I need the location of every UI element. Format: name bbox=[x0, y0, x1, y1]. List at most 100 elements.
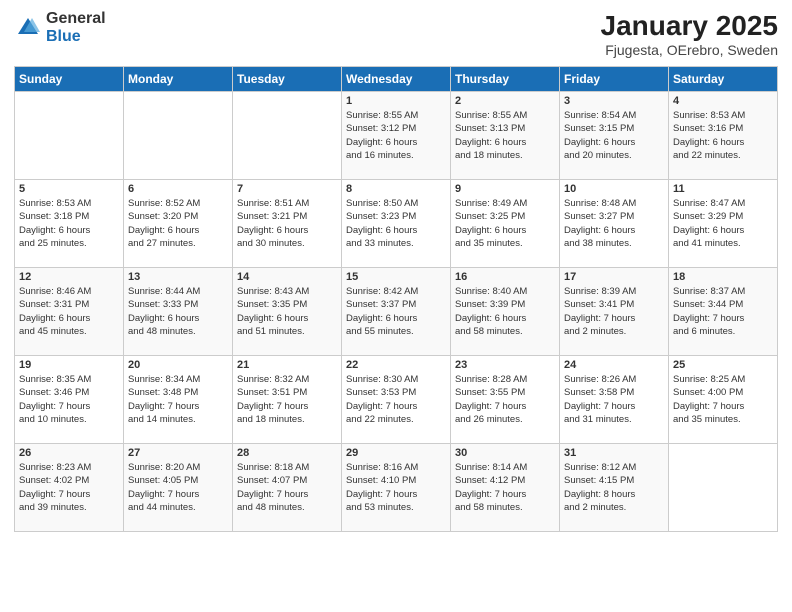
day-number: 15 bbox=[346, 271, 446, 283]
calendar-cell: 14Sunrise: 8:43 AMSunset: 3:35 PMDayligh… bbox=[233, 268, 342, 356]
calendar-cell: 2 Sunrise: 8:55 AMSunset: 3:13 PMDaylight… bbox=[451, 92, 560, 180]
calendar-cell: 24Sunrise: 8:26 AMSunset: 3:58 PMDayligh… bbox=[560, 356, 669, 444]
calendar-cell: 9 Sunrise: 8:49 AMSunset: 3:25 PMDaylight… bbox=[451, 180, 560, 268]
day-detail: Sunrise: 8:51 AMSunset: 3:21 PMDaylight:… bbox=[237, 197, 337, 250]
day-detail: Sunrise: 8:42 AMSunset: 3:37 PMDaylight:… bbox=[346, 285, 446, 338]
col-thursday: Thursday bbox=[451, 67, 560, 92]
calendar-cell: 20 Sunrise: 8:34 AMSunset: 3:48 PMDayligh… bbox=[124, 356, 233, 444]
day-number: 24 bbox=[564, 359, 664, 371]
header-row: Sunday Monday Tuesday Wednesday Thursday… bbox=[15, 67, 778, 92]
day-detail: Sunrise: 8:52 AMSunset: 3:20 PMDaylight:… bbox=[128, 197, 228, 250]
day-number: 1 bbox=[346, 95, 446, 107]
day-number: 4 bbox=[673, 95, 773, 107]
day-number: 10 bbox=[564, 183, 664, 195]
day-detail: Sunrise: 8:53 AMSunset: 3:18 PMDaylight:… bbox=[19, 197, 119, 250]
day-number: 20 bbox=[128, 359, 228, 371]
day-detail: Sunrise: 8:55 AMSunset: 3:13 PMDaylight:… bbox=[455, 109, 555, 162]
day-number: 22 bbox=[346, 359, 446, 371]
calendar-cell: 15 Sunrise: 8:42 AMSunset: 3:37 PMDayligh… bbox=[342, 268, 451, 356]
header: General Blue January 2025 Fjugesta, OEre… bbox=[14, 10, 778, 58]
day-detail: Sunrise: 8:39 AMSunset: 3:41 PMDaylight:… bbox=[564, 285, 664, 338]
logo-general: General bbox=[46, 10, 106, 28]
calendar-cell bbox=[669, 444, 778, 532]
calendar-cell: 3 Sunrise: 8:54 AMSunset: 3:15 PMDaylight… bbox=[560, 92, 669, 180]
calendar-week-2: 5Sunrise: 8:53 AMSunset: 3:18 PMDaylight… bbox=[15, 180, 778, 268]
day-number: 23 bbox=[455, 359, 555, 371]
calendar-cell: 23Sunrise: 8:28 AMSunset: 3:55 PMDayligh… bbox=[451, 356, 560, 444]
calendar-header: Sunday Monday Tuesday Wednesday Thursday… bbox=[15, 67, 778, 92]
day-number: 2 bbox=[455, 95, 555, 107]
calendar-subtitle: Fjugesta, OErebro, Sweden bbox=[601, 42, 778, 58]
day-detail: Sunrise: 8:43 AMSunset: 3:35 PMDaylight:… bbox=[237, 285, 337, 338]
calendar-cell: 22 Sunrise: 8:30 AMSunset: 3:53 PMDayligh… bbox=[342, 356, 451, 444]
day-number: 8 bbox=[346, 183, 446, 195]
day-detail: Sunrise: 8:46 AMSunset: 3:31 PMDaylight:… bbox=[19, 285, 119, 338]
calendar-cell: 13Sunrise: 8:44 AMSunset: 3:33 PMDayligh… bbox=[124, 268, 233, 356]
day-detail: Sunrise: 8:54 AMSunset: 3:15 PMDaylight:… bbox=[564, 109, 664, 162]
calendar-cell: 11Sunrise: 8:47 AMSunset: 3:29 PMDayligh… bbox=[669, 180, 778, 268]
calendar-week-4: 19Sunrise: 8:35 AMSunset: 3:46 PMDayligh… bbox=[15, 356, 778, 444]
calendar-cell: 30Sunrise: 8:14 AMSunset: 4:12 PMDayligh… bbox=[451, 444, 560, 532]
day-detail: Sunrise: 8:32 AMSunset: 3:51 PMDaylight:… bbox=[237, 373, 337, 426]
calendar-week-3: 12Sunrise: 8:46 AMSunset: 3:31 PMDayligh… bbox=[15, 268, 778, 356]
day-number: 18 bbox=[673, 271, 773, 283]
day-number: 30 bbox=[455, 447, 555, 459]
col-saturday: Saturday bbox=[669, 67, 778, 92]
day-number: 31 bbox=[564, 447, 664, 459]
day-detail: Sunrise: 8:48 AMSunset: 3:27 PMDaylight:… bbox=[564, 197, 664, 250]
calendar-table: Sunday Monday Tuesday Wednesday Thursday… bbox=[14, 66, 778, 532]
day-detail: Sunrise: 8:18 AMSunset: 4:07 PMDaylight:… bbox=[237, 461, 337, 514]
calendar-cell: 27Sunrise: 8:20 AMSunset: 4:05 PMDayligh… bbox=[124, 444, 233, 532]
day-number: 16 bbox=[455, 271, 555, 283]
col-monday: Monday bbox=[124, 67, 233, 92]
day-detail: Sunrise: 8:47 AMSunset: 3:29 PMDaylight:… bbox=[673, 197, 773, 250]
day-number: 13 bbox=[128, 271, 228, 283]
logo-icon bbox=[14, 14, 42, 42]
day-detail: Sunrise: 8:12 AMSunset: 4:15 PMDaylight:… bbox=[564, 461, 664, 514]
page-container: General Blue January 2025 Fjugesta, OEre… bbox=[0, 0, 792, 612]
calendar-cell: 12Sunrise: 8:46 AMSunset: 3:31 PMDayligh… bbox=[15, 268, 124, 356]
day-detail: Sunrise: 8:30 AMSunset: 3:53 PMDaylight:… bbox=[346, 373, 446, 426]
calendar-cell: 21Sunrise: 8:32 AMSunset: 3:51 PMDayligh… bbox=[233, 356, 342, 444]
calendar-cell bbox=[15, 92, 124, 180]
day-detail: Sunrise: 8:50 AMSunset: 3:23 PMDaylight:… bbox=[346, 197, 446, 250]
day-number: 25 bbox=[673, 359, 773, 371]
col-wednesday: Wednesday bbox=[342, 67, 451, 92]
col-sunday: Sunday bbox=[15, 67, 124, 92]
calendar-title: January 2025 bbox=[601, 10, 778, 42]
day-detail: Sunrise: 8:49 AMSunset: 3:25 PMDaylight:… bbox=[455, 197, 555, 250]
calendar-cell: 19Sunrise: 8:35 AMSunset: 3:46 PMDayligh… bbox=[15, 356, 124, 444]
col-friday: Friday bbox=[560, 67, 669, 92]
calendar-cell: 31 Sunrise: 8:12 AMSunset: 4:15 PMDayligh… bbox=[560, 444, 669, 532]
day-detail: Sunrise: 8:34 AMSunset: 3:48 PMDaylight:… bbox=[128, 373, 228, 426]
day-detail: Sunrise: 8:16 AMSunset: 4:10 PMDaylight:… bbox=[346, 461, 446, 514]
calendar-cell: 25 Sunrise: 8:25 AMSunset: 4:00 PMDayligh… bbox=[669, 356, 778, 444]
day-number: 26 bbox=[19, 447, 119, 459]
calendar-cell: 10 Sunrise: 8:48 AMSunset: 3:27 PMDayligh… bbox=[560, 180, 669, 268]
day-detail: Sunrise: 8:35 AMSunset: 3:46 PMDaylight:… bbox=[19, 373, 119, 426]
calendar-cell: 18 Sunrise: 8:37 AMSunset: 3:44 PMDayligh… bbox=[669, 268, 778, 356]
calendar-cell: 7 Sunrise: 8:51 AMSunset: 3:21 PMDaylight… bbox=[233, 180, 342, 268]
calendar-cell: 16Sunrise: 8:40 AMSunset: 3:39 PMDayligh… bbox=[451, 268, 560, 356]
day-number: 3 bbox=[564, 95, 664, 107]
calendar-body: 1 Sunrise: 8:55 AMSunset: 3:12 PMDaylight… bbox=[15, 92, 778, 532]
day-number: 9 bbox=[455, 183, 555, 195]
calendar-cell: 4Sunrise: 8:53 AMSunset: 3:16 PMDaylight… bbox=[669, 92, 778, 180]
calendar-cell bbox=[233, 92, 342, 180]
col-tuesday: Tuesday bbox=[233, 67, 342, 92]
day-number: 29 bbox=[346, 447, 446, 459]
calendar-cell: 8 Sunrise: 8:50 AMSunset: 3:23 PMDaylight… bbox=[342, 180, 451, 268]
calendar-cell: 29 Sunrise: 8:16 AMSunset: 4:10 PMDayligh… bbox=[342, 444, 451, 532]
day-detail: Sunrise: 8:25 AMSunset: 4:00 PMDaylight:… bbox=[673, 373, 773, 426]
day-detail: Sunrise: 8:23 AMSunset: 4:02 PMDaylight:… bbox=[19, 461, 119, 514]
calendar-cell bbox=[124, 92, 233, 180]
logo-blue: Blue bbox=[46, 28, 106, 46]
day-detail: Sunrise: 8:37 AMSunset: 3:44 PMDaylight:… bbox=[673, 285, 773, 338]
logo-text: General Blue bbox=[46, 10, 106, 45]
calendar-week-1: 1 Sunrise: 8:55 AMSunset: 3:12 PMDaylight… bbox=[15, 92, 778, 180]
day-detail: Sunrise: 8:55 AMSunset: 3:12 PMDaylight:… bbox=[346, 109, 446, 162]
day-number: 7 bbox=[237, 183, 337, 195]
calendar-week-5: 26 Sunrise: 8:23 AMSunset: 4:02 PMDayligh… bbox=[15, 444, 778, 532]
logo: General Blue bbox=[14, 10, 106, 45]
day-detail: Sunrise: 8:20 AMSunset: 4:05 PMDaylight:… bbox=[128, 461, 228, 514]
